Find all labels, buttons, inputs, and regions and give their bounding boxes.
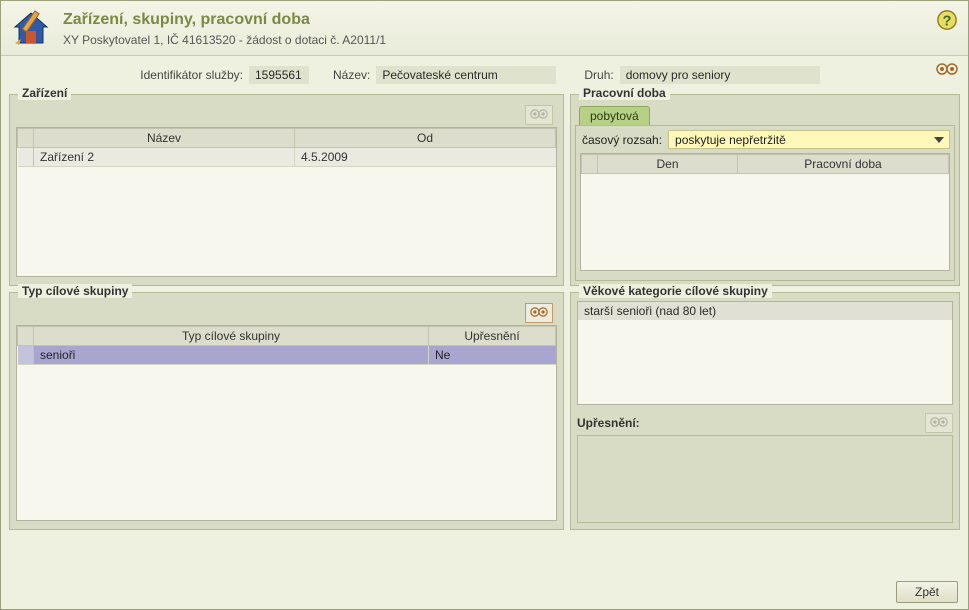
zarizeni-table[interactable]: Název Od Zařízení 2 4.5.2009 bbox=[17, 128, 556, 167]
panel-pracovni-doba: Pracovní doba pobytová časový rozsah: po… bbox=[570, 94, 960, 286]
name-value: Pečovateské centrum bbox=[376, 66, 556, 84]
panel-zarizeni-legend: Zařízení bbox=[18, 86, 71, 100]
name-label: Název: bbox=[333, 68, 370, 82]
panel-zarizeni: Zařízení bbox=[9, 94, 564, 286]
glasses-icon[interactable] bbox=[936, 63, 958, 78]
service-info-row: Identifikátor služby: 1595561 Název: Peč… bbox=[1, 56, 968, 90]
page-title: Zařízení, skupiny, pracovní doba bbox=[63, 11, 956, 29]
col-upresneni: Upřesnění bbox=[429, 327, 556, 346]
panel-vekove-legend: Věkové kategorie cílové skupiny bbox=[579, 284, 772, 298]
col-pracovni-doba: Pracovní doba bbox=[738, 155, 949, 174]
rozsah-dropdown[interactable]: poskytuje nepřetržitě bbox=[668, 130, 950, 149]
table-row[interactable]: Zařízení 2 4.5.2009 bbox=[18, 148, 556, 167]
tab-pobytova[interactable]: pobytová bbox=[579, 106, 650, 125]
cell-od: 4.5.2009 bbox=[295, 148, 556, 167]
header-bar: Zařízení, skupiny, pracovní doba XY Posk… bbox=[1, 1, 968, 56]
cell-upresneni: Ne bbox=[429, 346, 556, 365]
panel-typ-skupiny: Typ cílové skupiny bbox=[9, 292, 564, 530]
pracovni-doba-table[interactable]: Den Pracovní doba bbox=[581, 154, 949, 174]
col-od: Od bbox=[295, 129, 556, 148]
col-nazev: Název bbox=[34, 129, 295, 148]
glasses-icon bbox=[925, 413, 953, 433]
upresneni-textarea[interactable] bbox=[577, 435, 953, 523]
panel-vekove-kategorie: Věkové kategorie cílové skupiny starší s… bbox=[570, 292, 960, 530]
panel-typ-skupiny-legend: Typ cílové skupiny bbox=[18, 284, 132, 298]
cell-nazev: Zařízení 2 bbox=[34, 148, 295, 167]
glasses-icon[interactable] bbox=[525, 303, 553, 323]
table-row[interactable]: senioři Ne bbox=[18, 346, 556, 365]
kind-value: domovy pro seniory bbox=[620, 66, 820, 84]
back-button[interactable]: Zpět bbox=[896, 581, 958, 603]
id-value: 1595561 bbox=[249, 66, 309, 84]
svg-text:?: ? bbox=[943, 14, 952, 30]
list-item[interactable]: starší senioři (nad 80 let) bbox=[578, 302, 952, 320]
rozsah-label: časový rozsah: bbox=[580, 133, 662, 147]
col-typ: Typ cílové skupiny bbox=[34, 327, 429, 346]
typ-skupiny-table[interactable]: Typ cílové skupiny Upřesnění senioři Ne bbox=[17, 326, 556, 365]
panel-pracovni-doba-legend: Pracovní doba bbox=[579, 86, 670, 100]
upresneni-label: Upřesnění: bbox=[577, 416, 640, 430]
page-subtitle: XY Poskytovatel 1, IČ 41613520 - žádost … bbox=[63, 33, 956, 47]
kind-label: Druh: bbox=[584, 68, 613, 82]
vekove-list[interactable]: starší senioři (nad 80 let) bbox=[577, 301, 953, 405]
glasses-icon bbox=[525, 105, 553, 125]
cell-typ: senioři bbox=[34, 346, 429, 365]
help-icon[interactable]: ? bbox=[936, 9, 958, 31]
house-pencil-icon bbox=[11, 9, 51, 49]
id-label: Identifikátor služby: bbox=[13, 68, 243, 82]
col-den: Den bbox=[598, 155, 738, 174]
